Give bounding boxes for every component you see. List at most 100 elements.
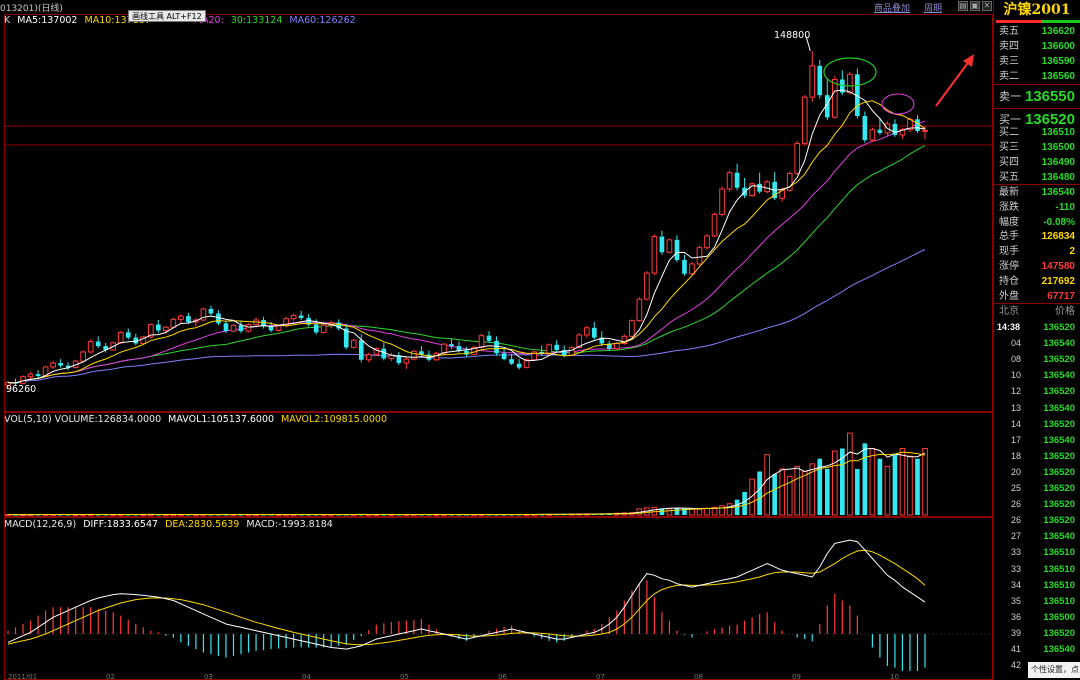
tick-time: 17	[1011, 434, 1022, 445]
candle-body-down	[268, 326, 274, 331]
ask-row[interactable]: 卖二 136560	[994, 69, 1080, 84]
bid-label: 买三	[999, 142, 1019, 153]
tick-price: 136500	[1043, 611, 1075, 623]
tick-price: 136520	[1043, 466, 1075, 478]
ask-row[interactable]: 卖三 136590	[994, 54, 1080, 69]
tick-row: 17 136540	[994, 433, 1080, 449]
candle-body-up	[245, 324, 252, 332]
candle-body-down	[358, 340, 364, 360]
tick-row: 14 136520	[994, 417, 1080, 433]
tick-time: 25	[1011, 483, 1022, 493]
candle-body-up	[719, 188, 725, 215]
candle-body-down	[456, 346, 462, 351]
restore-icon[interactable]: ▣	[970, 1, 980, 11]
stat-value: 126834	[1041, 231, 1075, 243]
volume-bar-up	[801, 471, 808, 516]
tick-time: 27	[1011, 531, 1022, 542]
candle-body-down	[674, 239, 680, 261]
tick-time: 10	[1011, 370, 1022, 381]
volume-bar-up	[651, 506, 658, 516]
candle-body-up	[178, 315, 184, 320]
candle-body-up	[847, 73, 853, 94]
ask-row[interactable]: 卖五 136620	[994, 24, 1080, 39]
bid-row[interactable]: 买三 136500	[994, 140, 1080, 155]
ask1-label: 卖一	[999, 90, 1021, 103]
macd-legend: MACD(12,26,9) DIFF:1833.6547 DEA:2830.56…	[4, 519, 337, 530]
candle-body-up	[80, 351, 86, 362]
tick-time: 14:38	[997, 322, 1021, 332]
tick-row: 26 136520	[994, 513, 1080, 529]
period-link[interactable]: 周期	[924, 1, 942, 14]
candle-body-down	[486, 335, 492, 341]
ask1-row[interactable]: 卖一 136550	[994, 85, 1080, 107]
volume-bar-up	[704, 507, 710, 516]
volume-bar-up	[666, 508, 673, 516]
volume-bar-up	[831, 450, 838, 516]
stat-value: 147580	[1041, 261, 1075, 272]
bid-row[interactable]: 买四 136490	[994, 155, 1080, 170]
candle-body-up	[290, 314, 297, 320]
candle-body-up	[726, 172, 733, 190]
tick-price: 136510	[1043, 579, 1075, 591]
candle-body-down	[95, 341, 101, 347]
high-price-marker: 148800	[774, 30, 811, 41]
tick-header-time: 北京	[999, 306, 1019, 317]
bid-row[interactable]: 买五 136480	[994, 170, 1080, 185]
close-icon[interactable]: ✕	[982, 1, 992, 11]
volume-bar-up	[719, 505, 725, 516]
tick-time: 36	[1011, 611, 1022, 622]
kline-chart[interactable]: 2011/01 02 03 04 05 06 07 08 09 10	[0, 0, 993, 680]
tick-row: 25 136520	[994, 481, 1080, 497]
tick-row: 34 136510	[994, 578, 1080, 594]
candle-body-up	[568, 346, 575, 356]
layout-icon[interactable]: ▤	[958, 1, 968, 11]
candle-body-up	[801, 96, 808, 144]
volume-bar-down	[674, 507, 680, 515]
candle-body-down	[862, 116, 868, 141]
candle-body-up	[689, 263, 695, 275]
candle-body-up	[869, 129, 876, 141]
ask-price: 136590	[1041, 56, 1075, 67]
tick-time: 39	[1011, 627, 1022, 638]
candle-body-down	[734, 172, 740, 188]
stat-row: 最新 136540	[994, 185, 1080, 200]
ask-row[interactable]: 卖四 136600	[994, 39, 1080, 54]
candle-body-up	[666, 239, 673, 253]
goods-overlay-link[interactable]: 商品叠加	[874, 1, 910, 14]
tick-time: 20	[1011, 466, 1022, 477]
bid-price: 136490	[1041, 157, 1075, 168]
macd-value: MACD:-1993.8184	[246, 519, 333, 530]
volume-bar-up	[779, 468, 786, 516]
candle-body-up	[764, 181, 770, 193]
candle-body-up	[794, 142, 801, 174]
stat-value: -110	[1055, 201, 1075, 213]
candle-body-down	[659, 236, 665, 253]
tick-time: 04	[1011, 338, 1022, 349]
volume-bar-down	[757, 471, 762, 515]
tick-row: 08 136520	[994, 352, 1080, 368]
tick-time: 12	[1011, 386, 1022, 397]
tick-row: 14:38 136520	[994, 320, 1080, 336]
candle-body-down	[186, 316, 191, 322]
volume-bar-up	[884, 465, 891, 516]
candle-body-down	[494, 340, 499, 354]
tick-time: 08	[1011, 354, 1022, 365]
x-tick-label: 2011/01	[8, 673, 37, 680]
tick-time: 34	[1011, 579, 1022, 590]
stat-row: 涨停 147580	[994, 259, 1080, 274]
tick-row: 27 136540	[994, 529, 1080, 545]
drawing-tool-menu[interactable]: 画线工具 ALT+F12	[128, 10, 206, 22]
bid-row[interactable]: 买二 136510	[994, 125, 1080, 140]
stat-row: 涨跌 -110	[994, 200, 1080, 215]
ask-price: 136600	[1041, 41, 1075, 52]
tick-row: 20 136520	[994, 465, 1080, 481]
tick-price: 136520	[1043, 322, 1075, 333]
low-price-marker: 96260	[6, 384, 37, 395]
stat-value: 2	[1069, 246, 1075, 258]
macd-params: MACD(12,26,9)	[4, 519, 77, 530]
stat-label: 持仓	[999, 275, 1019, 287]
candle-body-up	[644, 272, 650, 300]
candle-body-up	[651, 236, 658, 274]
ask-price: 136620	[1041, 26, 1075, 37]
tick-time: 26	[1011, 499, 1022, 510]
